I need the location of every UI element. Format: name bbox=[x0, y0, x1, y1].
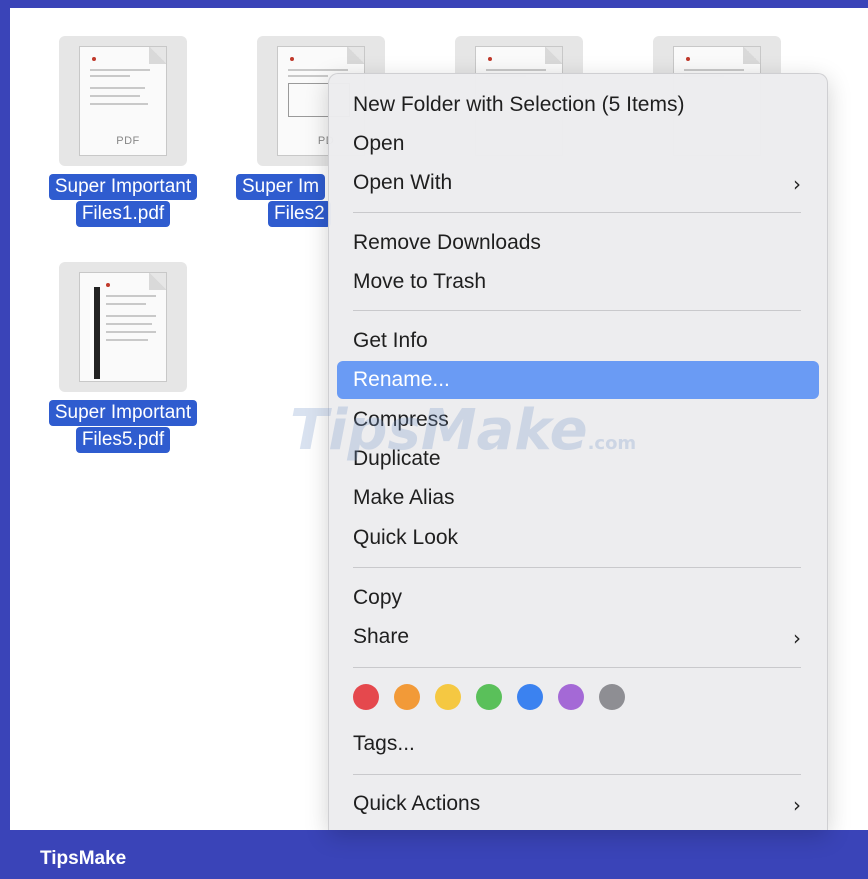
file-name-line2[interactable]: Files2 bbox=[268, 201, 331, 227]
menu-item-make-alias[interactable]: Make Alias bbox=[337, 479, 819, 517]
menu-separator bbox=[353, 567, 801, 568]
file-thumbnail[interactable]: PDF bbox=[59, 36, 187, 166]
file-name-label[interactable]: Super Important Files1.pdf bbox=[34, 174, 212, 228]
file-name-label[interactable]: Super Important Files5.pdf bbox=[34, 400, 212, 454]
file-name-line1[interactable]: Super Important bbox=[48, 174, 198, 200]
file-name-line2[interactable]: Files5.pdf bbox=[75, 427, 171, 453]
menu-item-rename[interactable]: Rename... bbox=[337, 361, 819, 399]
menu-item-copy[interactable]: Copy bbox=[337, 579, 819, 617]
file-name-line1[interactable]: Super Important bbox=[48, 400, 198, 426]
tag-purple-dot[interactable] bbox=[558, 684, 584, 710]
chevron-right-icon: › bbox=[793, 626, 801, 650]
pdf-thumb-label: PDF bbox=[116, 135, 140, 147]
menu-item-open[interactable]: Open bbox=[337, 125, 819, 163]
menu-item-open-with-label: Open With bbox=[353, 171, 453, 194]
context-menu: New Folder with Selection (5 Items) Open… bbox=[328, 73, 828, 830]
brand-logo-text: TipsMake bbox=[40, 848, 127, 869]
pdf-document-icon: PDF bbox=[79, 46, 167, 156]
chevron-right-icon: › bbox=[793, 793, 801, 817]
tag-red-dot[interactable] bbox=[353, 684, 379, 710]
menu-item-tags[interactable]: Tags... bbox=[337, 725, 819, 763]
menu-item-get-info[interactable]: Get Info bbox=[337, 322, 819, 360]
menu-item-share-label: Share bbox=[353, 625, 410, 648]
menu-item-move-to-trash[interactable]: Move to Trash bbox=[337, 263, 819, 301]
tag-gray-dot[interactable] bbox=[599, 684, 625, 710]
tag-orange-dot[interactable] bbox=[394, 684, 420, 710]
file-thumbnail[interactable] bbox=[59, 262, 187, 392]
menu-item-duplicate[interactable]: Duplicate bbox=[337, 440, 819, 478]
file-name-line2[interactable]: Files1.pdf bbox=[75, 201, 171, 227]
menu-item-new-folder-with-selection[interactable]: New Folder with Selection (5 Items) bbox=[337, 86, 819, 124]
menu-item-quick-look[interactable]: Quick Look bbox=[337, 519, 819, 557]
file-name-line1[interactable]: Super Im bbox=[236, 174, 326, 200]
menu-item-compress[interactable]: Compress bbox=[337, 401, 819, 439]
tag-color-row bbox=[353, 684, 625, 712]
menu-item-open-with[interactable]: Open With › bbox=[337, 164, 819, 202]
footer-bar: TipsMake bbox=[0, 830, 868, 879]
menu-separator bbox=[353, 774, 801, 775]
menu-item-remove-downloads[interactable]: Remove Downloads bbox=[337, 224, 819, 262]
pdf-document-icon bbox=[79, 272, 167, 382]
tag-blue-dot[interactable] bbox=[517, 684, 543, 710]
tag-yellow-dot[interactable] bbox=[435, 684, 461, 710]
menu-separator bbox=[353, 212, 801, 213]
menu-item-quick-actions[interactable]: Quick Actions › bbox=[337, 785, 819, 823]
menu-item-share[interactable]: Share › bbox=[337, 618, 819, 656]
menu-separator bbox=[353, 310, 801, 311]
chevron-right-icon: › bbox=[793, 172, 801, 196]
tag-green-dot[interactable] bbox=[476, 684, 502, 710]
menu-item-quick-actions-label: Quick Actions bbox=[353, 792, 481, 815]
menu-separator bbox=[353, 667, 801, 668]
